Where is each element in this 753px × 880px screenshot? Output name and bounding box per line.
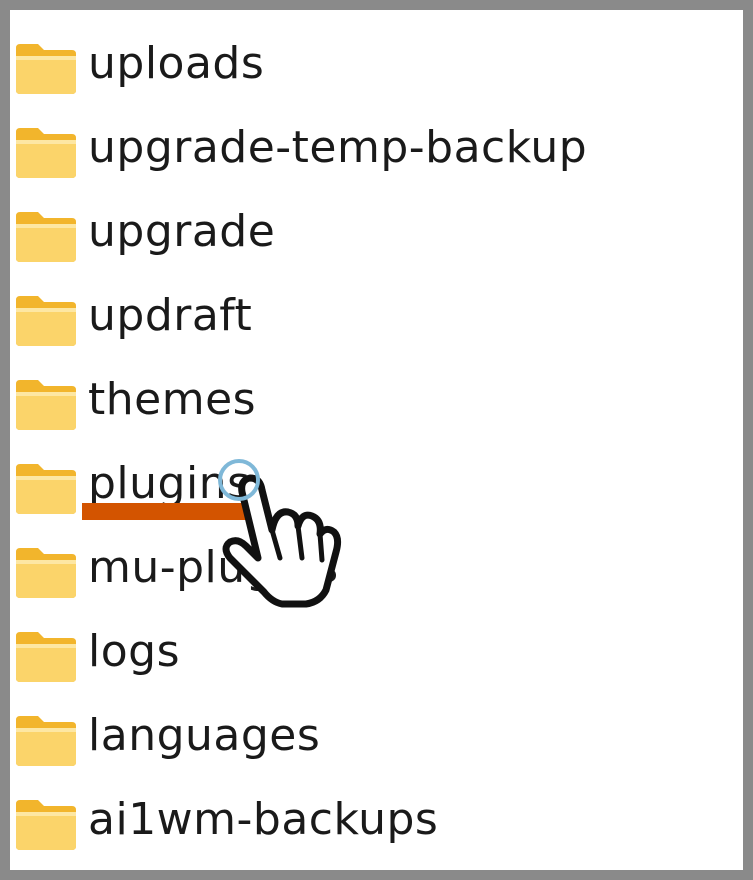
folder-icon bbox=[16, 44, 76, 94]
folder-item-upgrade[interactable]: upgrade bbox=[10, 196, 743, 280]
folder-name: upgrade-temp-backup bbox=[88, 122, 588, 173]
folder-name: updraft bbox=[88, 290, 253, 341]
folder-icon bbox=[16, 800, 76, 850]
folder-item-themes[interactable]: themes bbox=[10, 364, 743, 448]
folder-name: plugins bbox=[88, 458, 251, 509]
folder-item-uploads[interactable]: uploads bbox=[10, 28, 743, 112]
folder-name: uploads bbox=[88, 38, 265, 89]
file-explorer-panel: uploads upgrade-temp-backup upgrade updr… bbox=[10, 10, 743, 870]
folder-item-upgrade-temp-backup[interactable]: upgrade-temp-backup bbox=[10, 112, 743, 196]
folder-name: languages bbox=[88, 710, 321, 761]
folder-icon bbox=[16, 632, 76, 682]
folder-icon bbox=[16, 296, 76, 346]
folder-item-updraft[interactable]: updraft bbox=[10, 280, 743, 364]
folder-icon bbox=[16, 128, 76, 178]
folder-item-ai1wm-backups[interactable]: ai1wm-backups bbox=[10, 784, 743, 868]
folder-item-mu-plugins[interactable]: mu-plugins bbox=[10, 532, 743, 616]
folder-icon bbox=[16, 548, 76, 598]
folder-list: uploads upgrade-temp-backup upgrade updr… bbox=[10, 28, 743, 868]
folder-name: ai1wm-backups bbox=[88, 794, 439, 845]
folder-name: logs bbox=[88, 626, 180, 677]
folder-name: themes bbox=[88, 374, 257, 425]
folder-name: upgrade bbox=[88, 206, 276, 257]
folder-item-languages[interactable]: languages bbox=[10, 700, 743, 784]
folder-icon bbox=[16, 212, 76, 262]
folder-icon bbox=[16, 380, 76, 430]
folder-icon bbox=[16, 464, 76, 514]
screenshot-frame: uploads upgrade-temp-backup upgrade updr… bbox=[0, 0, 753, 880]
folder-item-logs[interactable]: logs bbox=[10, 616, 743, 700]
folder-item-plugins[interactable]: plugins bbox=[10, 448, 743, 532]
folder-name: mu-plugins bbox=[88, 542, 339, 593]
folder-icon bbox=[16, 716, 76, 766]
